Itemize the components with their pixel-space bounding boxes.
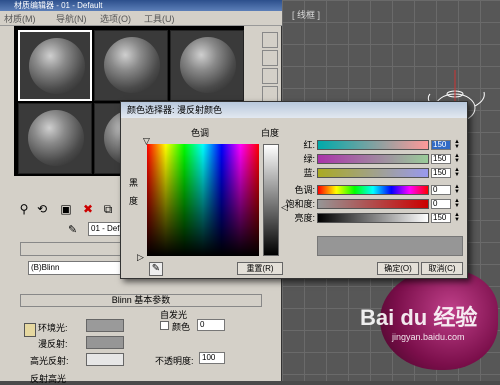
value-spinner-icon[interactable]: ▲ ▼ (454, 212, 460, 223)
saturation-slider[interactable] (317, 199, 429, 209)
color-preview-swatch (317, 236, 463, 256)
ambient-label: 环境光: (38, 323, 68, 333)
color-check-label: 颜色 (172, 322, 191, 332)
ok-button[interactable]: 确定(O) (377, 262, 419, 275)
watermark-url: jingyan.baidu.com (392, 332, 465, 342)
sample-sphere (28, 110, 84, 166)
uv-tiling-icon[interactable] (262, 86, 278, 102)
saturation-label: 饱和度: (285, 199, 315, 209)
value-label: 亮度: (294, 213, 315, 223)
sample-slot[interactable] (94, 30, 168, 101)
sample-slot[interactable] (18, 103, 92, 174)
sample-sphere (29, 38, 85, 94)
red-slider[interactable] (317, 140, 429, 150)
blinn-basic-rollout-header[interactable]: Blinn 基本参数 (20, 294, 262, 307)
specular-swatch[interactable] (86, 353, 124, 366)
menu-material[interactable]: 材质(M) (4, 12, 36, 25)
self-illum-spinner[interactable]: 0 (197, 319, 225, 331)
reset-button[interactable]: 重置(R) (237, 262, 283, 275)
self-illum-color-checkbox[interactable] (160, 321, 169, 330)
material-editor-menubar: 材质(M) 导航(N) 选项(O) 工具(U) (0, 11, 282, 26)
black-label: 黑 (129, 178, 139, 188)
assign-material-icon[interactable]: ▣ (58, 201, 74, 217)
sample-sphere (180, 37, 236, 93)
hue-slider[interactable] (317, 185, 429, 195)
green-label: 绿: (303, 154, 315, 164)
material-editor-title: 材质编辑器 - 01 - Default (0, 0, 282, 11)
sample-slot[interactable] (18, 30, 92, 101)
copy-material-icon[interactable]: ⧉ (100, 201, 116, 217)
hue-slider-label: 色调: (294, 185, 315, 195)
degree-label: 度 (129, 196, 139, 206)
hue-blackness-picker[interactable] (147, 144, 259, 256)
blue-slider[interactable] (317, 168, 429, 178)
menu-navigation[interactable]: 导航(N) (56, 12, 87, 25)
blue-label: 蓝: (303, 168, 315, 178)
eyedropper-icon[interactable]: ✎ (149, 262, 163, 276)
cancel-button[interactable]: 取消(C) (421, 262, 463, 275)
get-material-icon[interactable]: ⚲ (16, 201, 32, 217)
reset-map-icon[interactable]: ✖ (80, 201, 96, 217)
blackness-marker-icon[interactable]: ▷ (137, 252, 144, 263)
blue-value[interactable]: 150 (431, 168, 451, 178)
specular-label: 高光反射: (30, 356, 69, 366)
menu-options[interactable]: 选项(O) (100, 12, 131, 25)
hue-label: 色调 (191, 128, 210, 138)
red-spinner-icon[interactable]: ▲ ▼ (454, 139, 460, 150)
viewport-label[interactable]: [ 线框 ] (292, 8, 320, 21)
hue-spinner-icon[interactable]: ▲ ▼ (454, 184, 460, 195)
color-selector-dialog: 颜色选择器: 漫反射颜色 色调 白度 黑 度 ▽ ▷ ◁ ✎ 重置(R) 红: … (120, 101, 468, 279)
value-slider[interactable] (317, 213, 429, 223)
put-to-scene-icon[interactable]: ⟲ (34, 201, 50, 217)
green-slider[interactable] (317, 154, 429, 164)
whiteness-label: 白度 (261, 128, 280, 138)
blue-spinner-icon[interactable]: ▲ ▼ (454, 167, 460, 178)
sample-sphere (104, 37, 160, 93)
baidu-logo-watermark: Bai du 经验 (360, 305, 478, 330)
ambient-swatch[interactable] (86, 319, 124, 332)
saturation-spinner-icon[interactable]: ▲ ▼ (454, 198, 460, 209)
green-value[interactable]: 150 (431, 154, 451, 164)
lock-icon[interactable] (24, 323, 36, 337)
diffuse-swatch[interactable] (86, 336, 124, 349)
sample-type-icon[interactable] (262, 32, 278, 48)
reflect-highlight-label: 反射高光 (30, 374, 67, 384)
pick-material-icon[interactable]: ✎ (68, 223, 77, 236)
menu-tools[interactable]: 工具(U) (144, 12, 175, 25)
opacity-label: 不透明度: (155, 356, 194, 366)
background-icon[interactable] (262, 68, 278, 84)
diffuse-label: 漫反射: (38, 339, 68, 349)
value-value[interactable]: 150 (431, 213, 451, 223)
sample-slot[interactable] (170, 30, 244, 101)
saturation-value[interactable]: 0 (431, 199, 451, 209)
red-value[interactable]: 150 (431, 140, 451, 150)
hue-value[interactable]: 0 (431, 185, 451, 195)
shader-dropdown[interactable]: (B)Blinn (28, 261, 124, 275)
opacity-spinner[interactable]: 100 (199, 352, 225, 364)
whiteness-bar[interactable] (263, 144, 279, 256)
green-spinner-icon[interactable]: ▲ ▼ (454, 153, 460, 164)
dialog-title: 颜色选择器: 漫反射颜色 (121, 102, 467, 118)
red-label: 红: (303, 140, 315, 150)
backlight-icon[interactable] (262, 50, 278, 66)
